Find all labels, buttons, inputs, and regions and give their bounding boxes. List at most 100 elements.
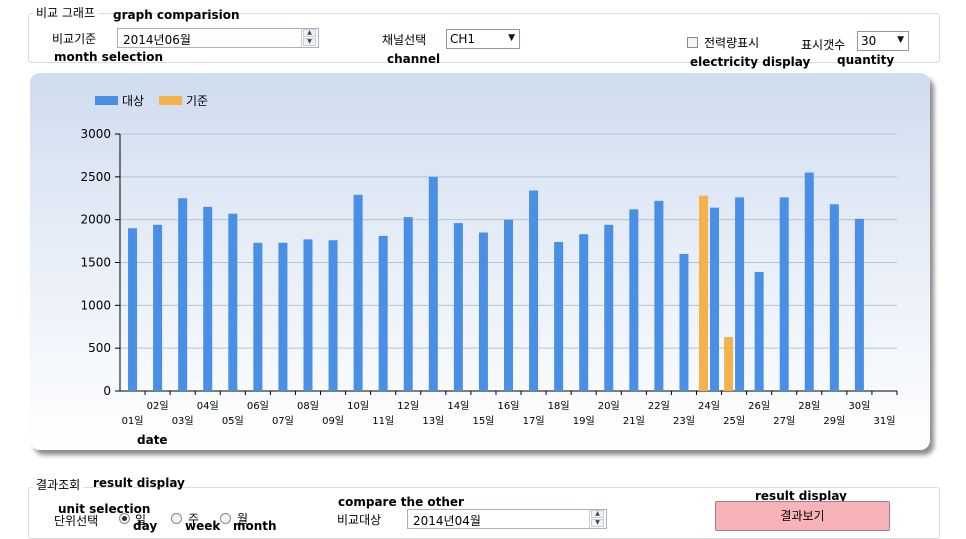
- unit-radio-week[interactable]: [171, 513, 182, 524]
- channel-label-en: channel: [387, 52, 441, 66]
- x-tick-label: 18일: [548, 400, 570, 412]
- spinner-buttons: ▲ ▼: [301, 29, 318, 47]
- unit-day-label-en: day: [133, 519, 158, 533]
- spinner-buttons: ▲ ▼: [589, 510, 606, 528]
- x-tick-label: 24일: [698, 400, 720, 412]
- x-tick-label: 28일: [798, 400, 820, 412]
- bar-target: [604, 224, 614, 391]
- spin-up-icon[interactable]: ▲: [591, 510, 604, 518]
- bar-target: [779, 197, 789, 391]
- y-tick-label: 2000: [80, 213, 111, 227]
- bar-target: [228, 213, 238, 391]
- bar-target: [754, 271, 764, 391]
- x-tick-label: 07일: [272, 415, 294, 427]
- legend-label: 기준: [186, 94, 208, 108]
- x-tick-label: 20일: [598, 400, 620, 412]
- channel-select[interactable]: CH1 ▼: [446, 29, 520, 49]
- chevron-down-icon: ▼: [897, 35, 904, 45]
- bar-baseline: [699, 195, 709, 391]
- power-display-label-en: electricity display: [690, 55, 811, 69]
- spin-down-icon[interactable]: ▼: [303, 38, 316, 46]
- x-tick-label: 01일: [122, 415, 144, 427]
- bar-target: [679, 253, 689, 391]
- x-tick-label: 29일: [823, 415, 845, 427]
- x-tick-label: 10일: [347, 400, 369, 412]
- x-tick-label: 15일: [472, 415, 494, 427]
- compare-month-spinner[interactable]: 2014년04월 ▲ ▼: [407, 509, 607, 529]
- x-tick-label: 04일: [197, 400, 219, 412]
- base-month-label: 비교기준: [52, 32, 97, 46]
- bar-target: [854, 218, 864, 391]
- result-group-title-en: result display: [93, 476, 185, 490]
- unit-label: 단위선택: [54, 514, 99, 528]
- bar-target: [453, 223, 463, 391]
- unit-radio-day[interactable]: [119, 513, 130, 524]
- x-tick-label: 09일: [322, 415, 344, 427]
- graph-group-title-en: graph comparision: [113, 8, 240, 22]
- y-tick-label: 2500: [80, 170, 111, 184]
- x-tick-label: 08일: [297, 400, 319, 412]
- legend-swatch: [95, 96, 118, 105]
- chevron-down-icon: ▼: [508, 33, 515, 43]
- spin-down-icon[interactable]: ▼: [591, 519, 604, 527]
- x-tick-label: 13일: [422, 415, 444, 427]
- y-tick-label: 3000: [80, 127, 111, 141]
- legend-label: 대상: [122, 94, 144, 108]
- x-tick-label: 05일: [222, 415, 244, 427]
- bar-target: [829, 204, 839, 391]
- bar-target: [328, 240, 338, 391]
- x-tick-label: 14일: [447, 400, 469, 412]
- x-tick-label: 27일: [773, 415, 795, 427]
- bar-target: [303, 239, 313, 391]
- bar-target: [128, 228, 138, 391]
- bar-target: [478, 232, 488, 391]
- bar-target: [153, 224, 163, 391]
- channel-label: 채널선택: [382, 33, 427, 47]
- x-tick-label: 17일: [523, 415, 545, 427]
- compare-label: 비교대상: [337, 513, 382, 527]
- result-group-title: 결과조회: [33, 476, 84, 493]
- count-value: 30: [861, 34, 877, 48]
- bar-target: [203, 206, 213, 391]
- bar-target: [554, 241, 564, 391]
- bar-target: [253, 242, 263, 391]
- power-display-label: 전력량표시: [704, 36, 760, 50]
- x-tick-label: 06일: [247, 400, 269, 412]
- legend-swatch: [159, 96, 182, 105]
- x-tick-label: 02일: [147, 400, 169, 412]
- bar-target: [278, 242, 288, 391]
- count-label-en: quantity: [837, 53, 895, 67]
- compare-label-en: compare the other: [338, 495, 464, 509]
- power-display-checkbox[interactable]: [687, 37, 698, 48]
- y-tick-label: 0: [103, 384, 111, 398]
- bar-chart: 05001000150020002500300001일02일03일04일05일0…: [80, 94, 898, 427]
- x-tick-label: 16일: [498, 400, 520, 412]
- x-axis-label: date: [137, 433, 168, 447]
- x-tick-label: 23일: [673, 415, 695, 427]
- bar-target: [529, 190, 539, 391]
- x-tick-label: 31일: [873, 415, 895, 427]
- count-select[interactable]: 30 ▼: [857, 31, 909, 51]
- bar-target: [353, 194, 363, 391]
- count-label: 표시갯수: [801, 38, 846, 52]
- bar-target: [710, 207, 720, 391]
- unit-radio-month[interactable]: [220, 513, 231, 524]
- chart-panel: 0 500 1000 1500 2000 2500 3000 01일 02일 03일 04일 05일 0…: [30, 73, 930, 450]
- x-tick-label: 21일: [623, 415, 645, 427]
- x-tick-label: 26일: [748, 400, 770, 412]
- bar-target: [654, 200, 664, 391]
- y-tick-label: 1000: [80, 298, 111, 312]
- x-tick-label: 19일: [573, 415, 595, 427]
- view-result-button[interactable]: 결과보기: [715, 501, 890, 531]
- unit-month-label-en: month: [233, 519, 277, 533]
- y-tick-label: 1500: [80, 256, 111, 270]
- bar-target: [378, 235, 388, 391]
- x-tick-label: 11일: [372, 415, 394, 427]
- bar-target: [735, 197, 745, 391]
- bar-target: [804, 172, 814, 391]
- x-tick-label: 03일: [172, 415, 194, 427]
- spin-up-icon[interactable]: ▲: [303, 29, 316, 37]
- x-tick-label: 30일: [848, 400, 870, 412]
- base-month-spinner[interactable]: 2014년06월 ▲ ▼: [117, 28, 319, 48]
- bar-target: [579, 234, 589, 391]
